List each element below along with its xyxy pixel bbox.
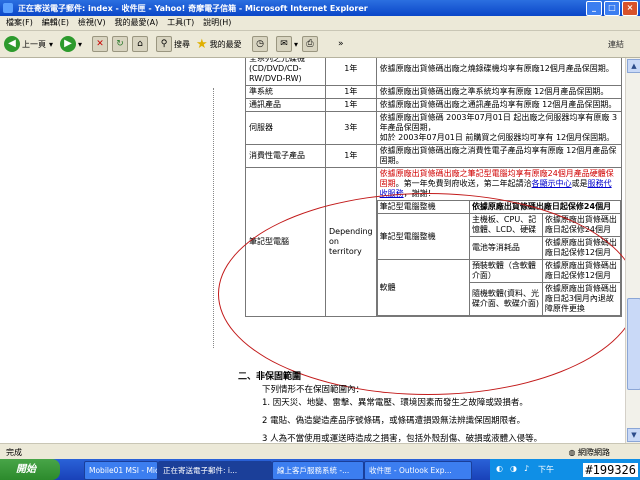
menu-help[interactable]: 說明(H) bbox=[203, 16, 231, 30]
favorites-button[interactable]: ★ 我的最愛 bbox=[196, 35, 242, 53]
menu-bar: 檔案(F) 編輯(E) 檢視(V) 我的最愛(A) 工具(T) 說明(H) bbox=[0, 16, 640, 31]
dotted-divider bbox=[213, 88, 215, 348]
chevron-down-icon: ▾ bbox=[78, 39, 83, 49]
globe-icon: ◍ bbox=[568, 448, 576, 457]
table-row: 準系統 1年 依據原廠出貨條碼出廠之準系統均享有原廠 12個月產品保固期。 bbox=[245, 85, 622, 99]
home-button[interactable]: ⌂ bbox=[132, 35, 150, 53]
star-icon: ★ bbox=[196, 36, 208, 52]
volume-icon[interactable]: ♪ bbox=[524, 464, 529, 473]
chevron-down-icon: ▾ bbox=[294, 39, 299, 49]
status-text: 完成 bbox=[6, 448, 22, 457]
menu-file[interactable]: 檔案(F) bbox=[6, 16, 33, 30]
stop-button[interactable]: ✕ bbox=[92, 35, 110, 53]
back-arrow-icon: ◀ bbox=[4, 36, 20, 52]
section-title: 二、非保固範圍 bbox=[238, 372, 302, 382]
taskbar-item[interactable]: 正在寄送電子郵件: i... bbox=[158, 461, 272, 480]
list-item: 2 電貼、偽造變造產品序號條碼，或條碼遭損毀無法辨識保固期限者。 bbox=[262, 416, 526, 426]
list-item: 1. 因天災、地變、雷擊、異常電壓、環境因素而發生之故障或毀損者。 bbox=[262, 398, 528, 408]
links-label[interactable]: 連結 bbox=[608, 39, 624, 50]
printer-icon: ⎙ bbox=[302, 36, 318, 52]
forward-arrow-icon: ▶ bbox=[60, 36, 76, 52]
refresh-button[interactable]: ↻ bbox=[112, 35, 130, 53]
page-content: 全系列之光碟機 (CD/DVD/CD-RW/DVD-RW) 1年 依據原廠出貨條… bbox=[0, 58, 626, 443]
scroll-up-arrow-icon[interactable]: ▲ bbox=[627, 59, 640, 73]
title-bar: 正在寄送電子郵件: index - 收件匣 - Yahoo! 奇摩電子信箱 - … bbox=[0, 0, 640, 16]
menu-view[interactable]: 檢視(V) bbox=[78, 16, 106, 30]
id-stamp: #199326 bbox=[583, 463, 638, 477]
close-button[interactable]: × bbox=[622, 1, 638, 16]
mail-button[interactable]: ✉ ▾ bbox=[276, 35, 298, 53]
search-button[interactable]: ⚲ 搜尋 bbox=[156, 35, 190, 53]
ie-icon bbox=[3, 3, 13, 13]
scroll-thumb[interactable] bbox=[627, 298, 640, 390]
tray-icon[interactable]: ◐ bbox=[496, 464, 503, 473]
menu-favorites[interactable]: 我的最愛(A) bbox=[114, 16, 158, 30]
red-annotation-circle bbox=[218, 193, 626, 395]
table-row: 全系列之光碟機 (CD/DVD/CD-RW/DVD-RW) 1年 依據原廠出貨條… bbox=[245, 58, 622, 86]
menu-edit[interactable]: 編輯(E) bbox=[42, 16, 69, 30]
table-row: 消費性電子產品 1年 依據原廠出貨條碼出廠之消費性電子產品均享有原廠 12個月產… bbox=[245, 144, 622, 168]
toolbar: ◀ 上一頁 ▾ ▶ ▾ ✕ ↻ ⌂ ⚲ 搜尋 ★ 我的最愛 ◷ ✉ ▾ ⎙ » 連… bbox=[0, 31, 640, 58]
stop-icon: ✕ bbox=[92, 36, 108, 52]
taskbar-item[interactable]: 收件匣 - Outlook Exp... bbox=[364, 461, 472, 480]
home-icon: ⌂ bbox=[132, 36, 148, 52]
history-button[interactable]: ◷ bbox=[252, 35, 270, 53]
taskbar-item[interactable]: Mobile01 MSI - Micro... bbox=[84, 461, 158, 480]
vertical-scrollbar[interactable]: ▲ ▼ bbox=[625, 58, 640, 443]
history-icon: ◷ bbox=[252, 36, 268, 52]
refresh-icon: ↻ bbox=[112, 36, 128, 52]
back-button[interactable]: ◀ 上一頁 ▾ bbox=[4, 35, 53, 53]
table-row: 伺服器 3年 依據原廠出貨條碼 2003年07月01日 起出廠之伺服器均享有原廠… bbox=[245, 111, 622, 145]
mail-icon: ✉ bbox=[276, 36, 292, 52]
window-title: 正在寄送電子郵件: index - 收件匣 - Yahoo! 奇摩電子信箱 - … bbox=[18, 4, 368, 13]
chevron-down-icon: ▾ bbox=[49, 39, 54, 49]
status-bar: 完成 ◍ 網際網路 bbox=[0, 443, 640, 460]
tray-icon[interactable]: ◑ bbox=[510, 464, 517, 473]
list-item: 3 人為不當使用或運送時造成之損害，包括外殼刮傷、破損或液體入侵等。 bbox=[262, 434, 543, 443]
taskbar-item[interactable]: 線上客戶服務系統 -... bbox=[272, 461, 364, 480]
section-intro: 下列情形不在保固範圍內： bbox=[262, 385, 365, 395]
forward-button[interactable]: ▶ ▾ bbox=[60, 35, 82, 53]
minimize-button[interactable]: _ bbox=[586, 1, 602, 16]
maximize-button[interactable]: □ bbox=[604, 1, 620, 16]
menu-tools[interactable]: 工具(T) bbox=[167, 16, 194, 30]
display-center-link[interactable]: 各顯示中心 bbox=[532, 179, 572, 188]
clock: 下午 bbox=[538, 465, 554, 474]
taskbar: 開始 Mobile01 MSI - Micro... 正在寄送電子郵件: i..… bbox=[0, 459, 640, 480]
table-row: 通訊產品 1年 依據原廠出貨條碼出廠之通訊產品均享有原廠 12個月產品保固期。 bbox=[245, 98, 622, 112]
start-button[interactable]: 開始 bbox=[0, 459, 60, 480]
toolbar-overflow-button[interactable]: » bbox=[338, 35, 344, 53]
search-icon: ⚲ bbox=[156, 36, 172, 52]
scroll-down-arrow-icon[interactable]: ▼ bbox=[627, 428, 640, 442]
print-button[interactable]: ⎙ bbox=[302, 35, 320, 53]
zone-indicator: ◍ 網際網路 bbox=[568, 448, 610, 457]
